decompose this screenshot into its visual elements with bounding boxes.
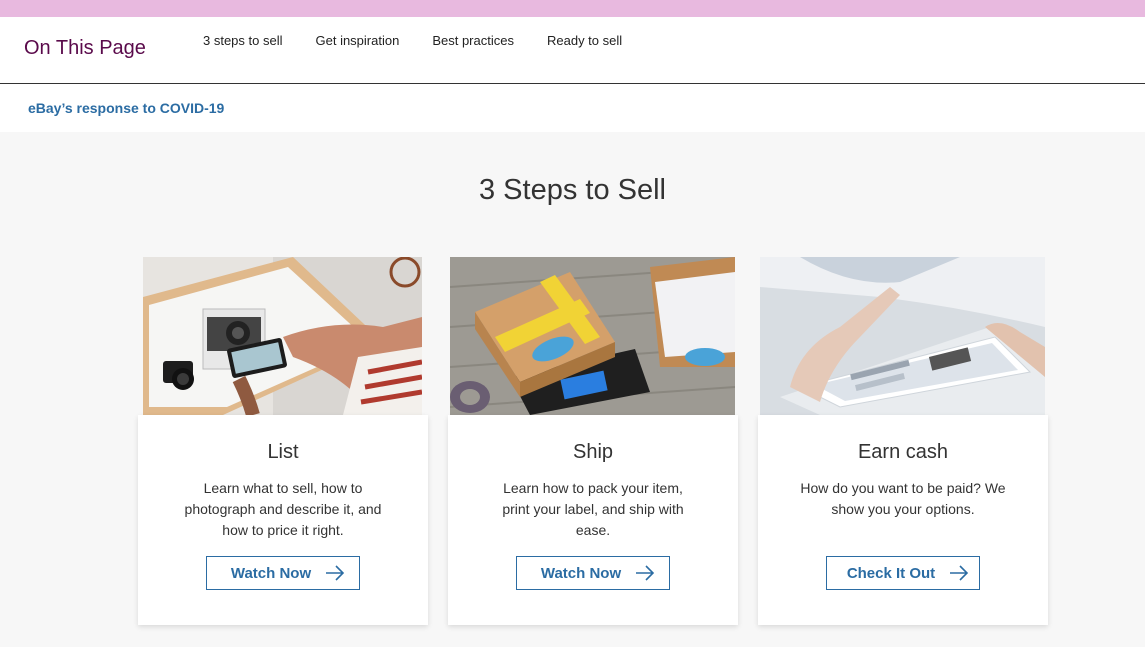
step-card-list-body: List Learn what to sell, how to photogra… <box>138 415 428 625</box>
step-card-description: Learn how to pack your item, print your … <box>502 480 684 538</box>
arrow-right-icon <box>950 565 969 581</box>
covid-response-link[interactable]: eBay’s response to COVID-19 <box>28 100 224 116</box>
nav-link-get-inspiration[interactable]: Get inspiration <box>316 33 400 48</box>
button-label: Check It Out <box>846 564 936 582</box>
watch-now-button[interactable]: Watch Now <box>516 556 670 590</box>
nav-link-3-steps[interactable]: 3 steps to sell <box>203 33 283 48</box>
nav-link-ready-to-sell[interactable]: Ready to sell <box>547 33 622 48</box>
on-this-page-title: On This Page <box>24 37 146 59</box>
section-title: 3 Steps to Sell <box>479 174 666 206</box>
watch-now-button[interactable]: Watch Now <box>206 556 360 590</box>
step-card-ship: Ship Learn how to pack your item, print … <box>448 257 738 625</box>
covid-banner: eBay’s response to COVID-19 <box>0 84 1145 132</box>
camera-photo-image <box>143 257 422 415</box>
button-label: Watch Now <box>540 564 622 582</box>
top-accent-bar <box>0 0 1145 17</box>
step-card-list: List Learn what to sell, how to photogra… <box>138 257 428 625</box>
step-card-earn-cash-body: Earn cash How do you want to be paid? We… <box>758 415 1048 625</box>
step-card-title: Earn cash <box>857 441 949 463</box>
step-card-title: Ship <box>572 441 614 463</box>
step-card-ship-body: Ship Learn how to pack your item, print … <box>448 415 738 625</box>
check-it-out-button[interactable]: Check It Out <box>826 556 980 590</box>
arrow-right-icon <box>636 565 655 581</box>
arrow-right-icon <box>326 565 345 581</box>
package-scale-image <box>450 257 735 415</box>
nav-link-best-practices[interactable]: Best practices <box>432 33 514 48</box>
tablet-payment-image <box>760 257 1045 415</box>
step-card-earn-cash: Earn cash How do you want to be paid? We… <box>758 257 1048 625</box>
step-card-description: How do you want to be paid? We show you … <box>800 480 1006 517</box>
step-card-description: Learn what to sell, how to photograph an… <box>184 480 382 538</box>
step-card-title: List <box>267 441 299 463</box>
on-this-page-nav: 3 steps to sell Get inspiration Best pra… <box>203 33 655 48</box>
on-this-page-bar: On This Page 3 steps to sell Get inspira… <box>0 17 1145 84</box>
button-label: Watch Now <box>230 564 312 582</box>
